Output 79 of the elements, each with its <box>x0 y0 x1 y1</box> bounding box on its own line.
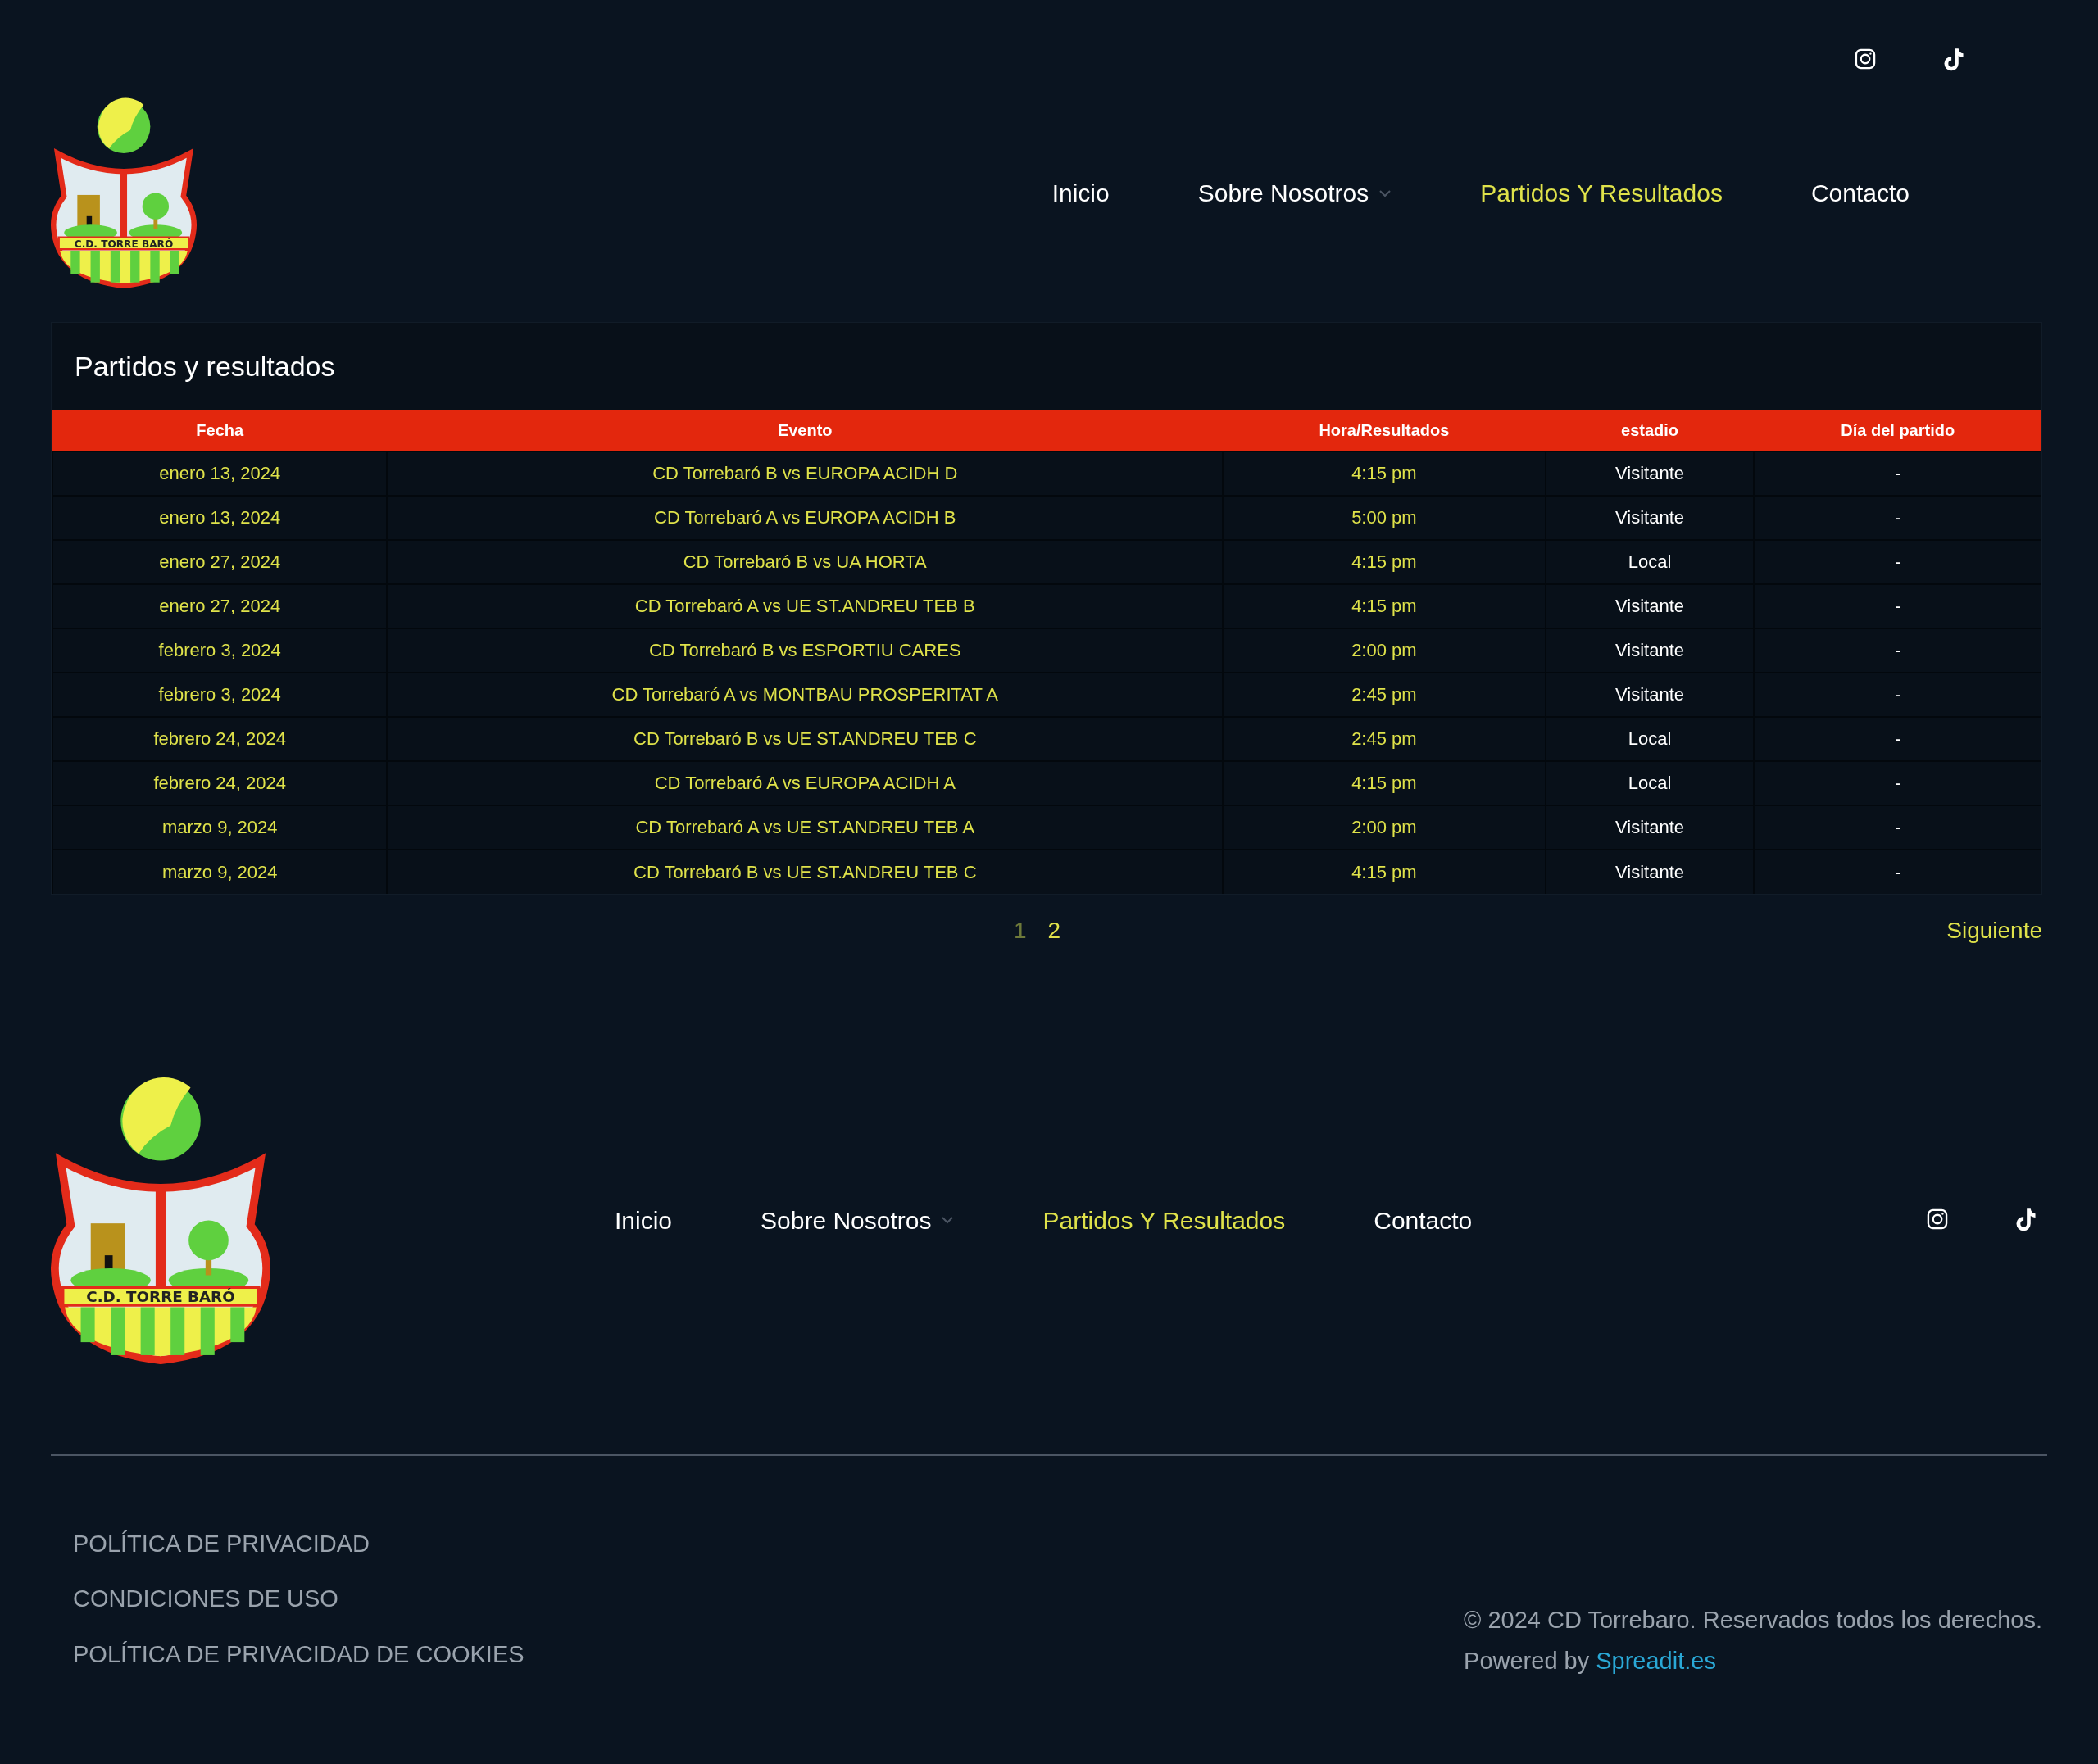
table-cell: enero 13, 2024 <box>52 495 388 540</box>
table-cell: 2:45 pm <box>1223 672 1546 717</box>
table-cell: Visitante <box>1545 583 1755 628</box>
table-cell: febrero 24, 2024 <box>52 716 388 761</box>
nav-link[interactable]: Sobre Nosotros <box>761 1201 955 1239</box>
table-cell: CD Torrebaró A vs EUROPA ACIDH A <box>387 760 1224 805</box>
table-cell: - <box>1754 760 2041 805</box>
table-cell: - <box>1754 451 2041 496</box>
table-cell: enero 27, 2024 <box>52 539 388 584</box>
legal-link[interactable]: POLÍTICA DE PRIVACIDAD <box>73 1526 524 1562</box>
table-cell: - <box>1754 539 2041 584</box>
table-cell: CD Torrebaró B vs UA HORTA <box>387 539 1224 584</box>
column-header: Fecha <box>52 410 388 451</box>
table-cell: - <box>1754 628 2041 673</box>
table-cell: Local <box>1545 760 1755 805</box>
legal-link[interactable]: POLÍTICA DE PRIVACIDAD DE COOKIES <box>73 1636 524 1673</box>
column-header: estadio <box>1545 410 1755 451</box>
table-cell: - <box>1754 716 2041 761</box>
nav-link[interactable]: Inicio <box>615 1201 673 1239</box>
column-header: Evento <box>387 410 1224 451</box>
next-page-link[interactable]: Siguiente <box>1946 913 2042 948</box>
table-cell: - <box>1754 805 2041 850</box>
table-cell: 4:15 pm <box>1223 760 1546 805</box>
table-cell: - <box>1754 672 2041 717</box>
table-cell: 2:45 pm <box>1223 716 1546 761</box>
table-cell: Visitante <box>1545 849 1755 894</box>
nav-link[interactable]: Partidos Y Resultados <box>1042 1201 1286 1239</box>
table-cell: Local <box>1545 716 1755 761</box>
chevron-down-icon <box>941 1216 955 1225</box>
chevron-down-icon <box>1378 188 1392 197</box>
instagram-icon[interactable] <box>1854 48 1877 70</box>
table-cell: Local <box>1545 539 1755 584</box>
page-link[interactable]: 2 <box>1047 913 1061 948</box>
table-cell: enero 27, 2024 <box>52 583 388 628</box>
column-header: Día del partido <box>1754 410 2041 451</box>
nav-link[interactable]: Contacto <box>1810 175 1910 211</box>
table-cell: Visitante <box>1545 805 1755 850</box>
table-cell: Visitante <box>1545 628 1755 673</box>
nav-link[interactable]: Inicio <box>1051 175 1110 211</box>
table-cell: - <box>1754 495 2041 540</box>
table-cell: Visitante <box>1545 451 1755 496</box>
table-cell: - <box>1754 583 2041 628</box>
page-link[interactable]: 1 <box>1014 913 1027 948</box>
table-cell: febrero 3, 2024 <box>52 628 388 673</box>
table-cell: 4:15 pm <box>1223 451 1546 496</box>
table-cell: febrero 24, 2024 <box>52 760 388 805</box>
tiktok-icon[interactable] <box>2014 1208 2037 1233</box>
table-cell: 4:15 pm <box>1223 583 1546 628</box>
table-cell: 2:00 pm <box>1223 628 1546 673</box>
nav-link[interactable]: Sobre Nosotros <box>1197 175 1392 211</box>
table-cell: 4:15 pm <box>1223 849 1546 894</box>
panel-title: Partidos y resultados <box>74 350 336 383</box>
table-cell: febrero 3, 2024 <box>52 672 388 717</box>
nav-link[interactable]: Contacto <box>1374 1201 1473 1239</box>
table-cell: CD Torrebaró A vs EUROPA ACIDH B <box>387 495 1224 540</box>
table-cell: CD Torrebaró B vs UE ST.ANDREU TEB C <box>387 849 1224 894</box>
table-cell: 4:15 pm <box>1223 539 1546 584</box>
table-cell: marzo 9, 2024 <box>52 805 388 850</box>
table-cell: enero 13, 2024 <box>52 451 388 496</box>
table-cell: CD Torrebaró B vs ESPORTIU CARES <box>387 628 1224 673</box>
table-cell: CD Torrebaró A vs MONTBAU PROSPERITAT A <box>387 672 1224 717</box>
table-cell: CD Torrebaró B vs UE ST.ANDREU TEB C <box>387 716 1224 761</box>
powered-by-text: Powered by <box>1464 1646 1590 1676</box>
table-cell: CD Torrebaró B vs EUROPA ACIDH D <box>387 451 1224 496</box>
table-cell: 5:00 pm <box>1223 495 1546 540</box>
nav-link[interactable]: Partidos Y Resultados <box>1480 175 1723 211</box>
tiktok-icon[interactable] <box>1942 48 1965 72</box>
copyright-text: © 2024 CD Torrebaro. Reservados todos los derechos. <box>1464 1606 2042 1635</box>
table-cell: CD Torrebaró A vs UE ST.ANDREU TEB A <box>387 805 1224 850</box>
instagram-icon[interactable] <box>1926 1208 1949 1231</box>
table-cell: Visitante <box>1545 672 1755 717</box>
table-cell: 2:00 pm <box>1223 805 1546 850</box>
spreadit-link[interactable]: Spreadit.es <box>1596 1643 1716 1680</box>
table-cell: marzo 9, 2024 <box>52 849 388 894</box>
legal-link[interactable]: CONDICIONES DE USO <box>73 1581 524 1617</box>
table-cell: Visitante <box>1545 495 1755 540</box>
table-cell: - <box>1754 849 2041 894</box>
column-header: Hora/Resultados <box>1223 410 1546 451</box>
table-cell: CD Torrebaró A vs UE ST.ANDREU TEB B <box>387 583 1224 628</box>
